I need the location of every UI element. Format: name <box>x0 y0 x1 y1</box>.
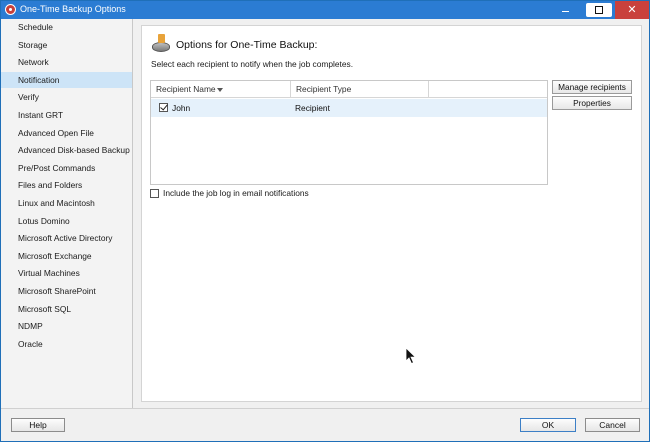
checkmark-icon <box>159 102 168 111</box>
maximize-button[interactable] <box>583 1 615 19</box>
sidebar-item-advanced-disk-backup[interactable]: Advanced Disk-based Backup <box>1 142 132 158</box>
recipient-name-cell: John <box>172 103 191 113</box>
mouse-cursor-icon <box>405 347 417 365</box>
minimize-button[interactable] <box>549 1 581 19</box>
options-sidebar: Schedule Storage Network Notification Ve… <box>1 19 133 408</box>
minimize-icon <box>561 11 569 12</box>
backup-disk-icon <box>152 34 172 52</box>
sort-down-icon <box>217 88 223 92</box>
table-row[interactable]: John Recipient <box>151 99 547 117</box>
arrow-shape <box>158 34 165 43</box>
close-icon: ✕ <box>627 3 637 16</box>
include-job-log-checkbox[interactable] <box>150 189 159 198</box>
help-button[interactable]: Help <box>11 418 65 432</box>
sidebar-item-linux-and-macintosh[interactable]: Linux and Macintosh <box>1 195 132 211</box>
properties-button[interactable]: Properties <box>552 96 632 110</box>
sidebar-item-lotus-domino[interactable]: Lotus Domino <box>1 213 132 229</box>
title-bar[interactable]: One-Time Backup Options ✕ <box>1 1 649 19</box>
sidebar-item-sql[interactable]: Microsoft SQL <box>1 301 132 317</box>
sidebar-item-schedule[interactable]: Schedule <box>1 19 132 35</box>
column-header-label: Recipient Name <box>156 84 216 94</box>
disk-shape <box>152 42 170 52</box>
sidebar-item-notification[interactable]: Notification <box>1 71 132 88</box>
recipient-checkbox[interactable] <box>159 102 168 112</box>
column-header-recipient-type[interactable]: Recipient Type <box>291 81 429 98</box>
sidebar-item-sharepoint[interactable]: Microsoft SharePoint <box>1 283 132 299</box>
app-logo-icon <box>5 4 16 15</box>
cancel-button[interactable]: Cancel <box>585 418 640 432</box>
column-header-empty <box>429 81 547 98</box>
table-header: Recipient Name Recipient Type <box>151 81 547 98</box>
sidebar-item-verify[interactable]: Verify <box>1 89 132 105</box>
sidebar-item-active-directory[interactable]: Microsoft Active Directory <box>1 230 132 246</box>
panel-description: Select each recipient to notify when the… <box>151 59 354 69</box>
recipient-type-cell: Recipient <box>295 103 330 113</box>
ok-button[interactable]: OK <box>520 418 576 432</box>
options-dialog: One-Time Backup Options ✕ Schedule Stora… <box>0 0 650 442</box>
sidebar-item-instant-grt[interactable]: Instant GRT <box>1 107 132 123</box>
column-header-recipient-name[interactable]: Recipient Name <box>151 81 291 98</box>
sidebar-item-oracle[interactable]: Oracle <box>1 336 132 352</box>
sidebar-item-pre-post-commands[interactable]: Pre/Post Commands <box>1 160 132 176</box>
window-title: One-Time Backup Options <box>20 4 126 14</box>
recipients-table[interactable]: Recipient Name Recipient Type John Recip… <box>150 80 548 185</box>
dialog-footer: Help OK Cancel <box>1 408 649 441</box>
close-button[interactable]: ✕ <box>615 1 649 19</box>
sidebar-item-files-and-folders[interactable]: Files and Folders <box>1 177 132 193</box>
sidebar-item-network[interactable]: Network <box>1 54 132 70</box>
panel-title: Options for One-Time Backup: <box>176 39 318 51</box>
include-job-log-label: Include the job log in email notificatio… <box>163 188 309 198</box>
sidebar-item-storage[interactable]: Storage <box>1 37 132 53</box>
sidebar-item-advanced-open-file[interactable]: Advanced Open File <box>1 125 132 141</box>
manage-recipients-button[interactable]: Manage recipients <box>552 80 632 94</box>
sidebar-item-exchange[interactable]: Microsoft Exchange <box>1 248 132 264</box>
notification-panel: Options for One-Time Backup: Select each… <box>141 25 642 402</box>
sidebar-item-virtual-machines[interactable]: Virtual Machines <box>1 265 132 281</box>
maximize-icon <box>595 6 603 14</box>
sidebar-item-ndmp[interactable]: NDMP <box>1 318 132 334</box>
